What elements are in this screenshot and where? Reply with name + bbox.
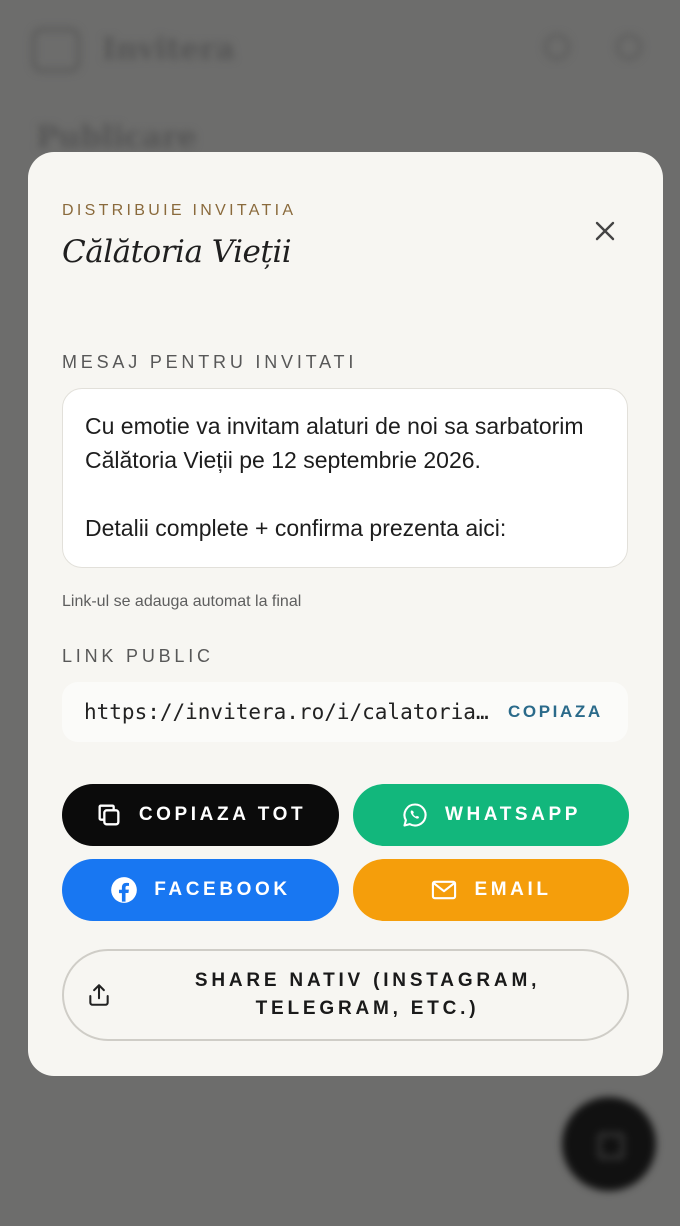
public-link-field: https://invitera.ro/i/calatoria-vietii C… (62, 682, 628, 742)
app-logo-icon (32, 28, 80, 72)
message-helper: Link-ul se adauga automat la final (62, 593, 302, 610)
globe-icon (544, 34, 570, 60)
modal-title: Călătoria Vieții (62, 234, 292, 270)
facebook-label: FACEBOOK (154, 879, 291, 900)
whatsapp-label: WHATSAPP (444, 804, 582, 825)
whatsapp-button[interactable]: WHATSAPP (353, 784, 629, 846)
app-brand: Invitera (102, 32, 235, 67)
share-modal: DISTRIBUIE INVITATIA Călătoria Vieții ME… (28, 152, 663, 1076)
native-share-button[interactable]: SHARE NATIV (INSTAGRAM, TELEGRAM, ETC.) (62, 949, 629, 1041)
page-heading: Publicare (36, 120, 197, 155)
close-icon (595, 221, 615, 241)
message-label: MESAJ PENTRU INVITATI (62, 352, 358, 372)
modal-eyebrow: DISTRIBUIE INVITATIA (62, 202, 297, 219)
public-link-url: https://invitera.ro/i/calatoria-vietii (84, 700, 494, 724)
message-textarea[interactable]: Cu emotie va invitam alaturi de noi sa s… (62, 388, 628, 568)
copy-link-button[interactable]: COPIAZA (508, 702, 603, 722)
facebook-button[interactable]: FACEBOOK (62, 859, 339, 921)
facebook-icon (111, 877, 138, 903)
menu-icon (616, 34, 642, 60)
copy-all-label: COPIAZA TOT (138, 804, 307, 825)
mail-icon (432, 880, 457, 900)
email-button[interactable]: EMAIL (353, 859, 629, 921)
close-button[interactable] (590, 216, 620, 246)
native-share-label: SHARE NATIV (INSTAGRAM, TELEGRAM, ETC.) (194, 970, 541, 1019)
whatsapp-icon (403, 803, 427, 827)
message-text: Cu emotie va invitam alaturi de noi sa s… (85, 413, 584, 541)
copy-all-button[interactable]: COPIAZA TOT (62, 784, 339, 846)
share-icon (89, 984, 109, 1006)
public-link-label: LINK PUBLIC (62, 646, 214, 666)
floating-action-button (562, 1097, 656, 1191)
copy-icon (98, 804, 120, 826)
email-label: EMAIL (474, 879, 552, 900)
